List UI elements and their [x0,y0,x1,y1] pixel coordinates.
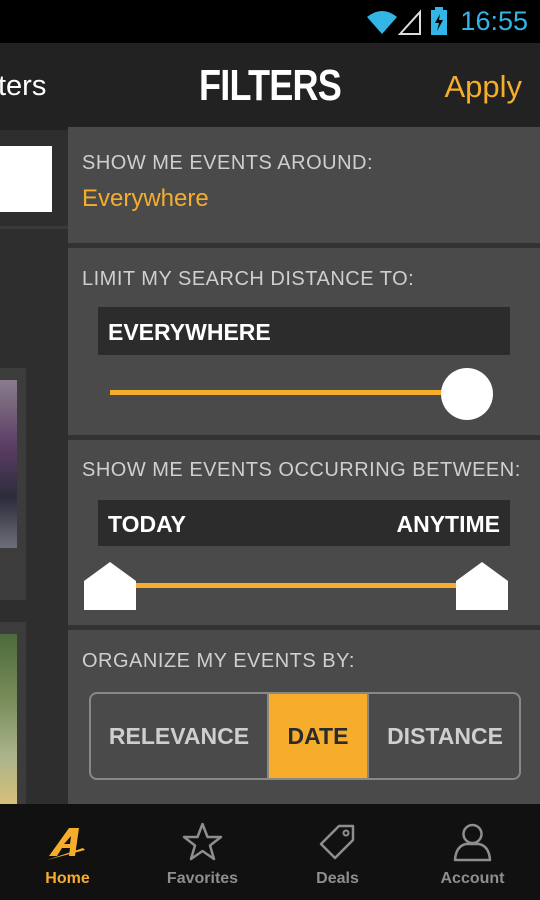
around-value[interactable]: Everywhere [82,185,209,213]
distance-slider-thumb[interactable] [441,368,493,420]
signal-icon [398,9,421,35]
tab-favorites[interactable]: Favorites [135,804,270,900]
around-label: SHOW ME EVENTS AROUND: [82,152,374,174]
organize-label: ORGANIZE MY EVENTS BY: [82,650,355,672]
back-label[interactable]: ters [0,70,46,103]
battery-icon [431,7,447,35]
star-icon [182,822,223,861]
organize-option-distance[interactable]: DISTANCE [367,694,519,778]
status-bar: 16:55 [0,0,540,43]
distance-section: LIMIT MY SEARCH DISTANCE TO: EVERYWHERE [68,248,540,435]
background-event-card [0,368,26,600]
around-section[interactable]: SHOW ME EVENTS AROUND: Everywhere [68,127,540,243]
organize-option-date[interactable]: DATE [269,694,367,778]
date-start-thumb[interactable] [83,561,137,611]
organize-option-label: DATE [287,722,349,749]
distance-slider-track[interactable] [110,390,480,395]
event-photo [0,380,17,548]
tab-deals[interactable]: Deals [270,804,405,900]
organize-section: ORGANIZE MY EVENTS BY: RELEVANCE DATE DI… [68,630,540,804]
bottom-tab-bar: Home Favorites Deals Account [0,804,540,900]
dates-label: SHOW ME EVENTS OCCURRING BETWEEN: [82,459,521,481]
distance-value-box: EVERYWHERE [98,307,510,355]
organize-option-label: RELEVANCE [108,722,250,749]
date-end: ANYTIME [396,511,501,537]
event-photo [0,634,17,804]
tag-icon [319,824,355,860]
date-slider-track[interactable] [110,583,500,588]
tab-account[interactable]: Account [405,804,540,900]
apply-button[interactable]: Apply [444,69,522,105]
background-event-card [0,622,26,804]
home-a-icon [47,828,85,860]
background-separator [0,226,68,229]
header-bar: ters FILTERS Apply [0,43,540,130]
organize-option-label: DISTANCE [387,722,503,749]
filters-panel: SHOW ME EVENTS AROUND: Everywhere LIMIT … [68,127,540,804]
organize-segmented-control: RELEVANCE DATE DISTANCE [89,692,521,780]
tab-label: Deals [316,870,359,887]
date-end-thumb[interactable] [455,561,509,611]
distance-label: LIMIT MY SEARCH DISTANCE TO: [82,268,415,290]
page-title: FILTERS [199,61,342,110]
tab-label: Account [440,870,505,887]
tab-label: Favorites [166,870,239,887]
tab-label: Home [45,870,90,887]
clock: 16:55 [460,6,528,36]
distance-value: EVERYWHERE [108,319,271,345]
date-range-box: TODAY ANYTIME [98,500,510,546]
user-icon [453,823,492,862]
background-list [0,130,68,804]
organize-option-relevance[interactable]: RELEVANCE [91,694,269,778]
background-search-box [0,146,52,212]
tab-home[interactable]: Home [0,804,135,900]
dates-section: SHOW ME EVENTS OCCURRING BETWEEN: TODAY … [68,440,540,625]
date-start: TODAY [108,511,186,537]
wifi-icon [367,11,397,34]
